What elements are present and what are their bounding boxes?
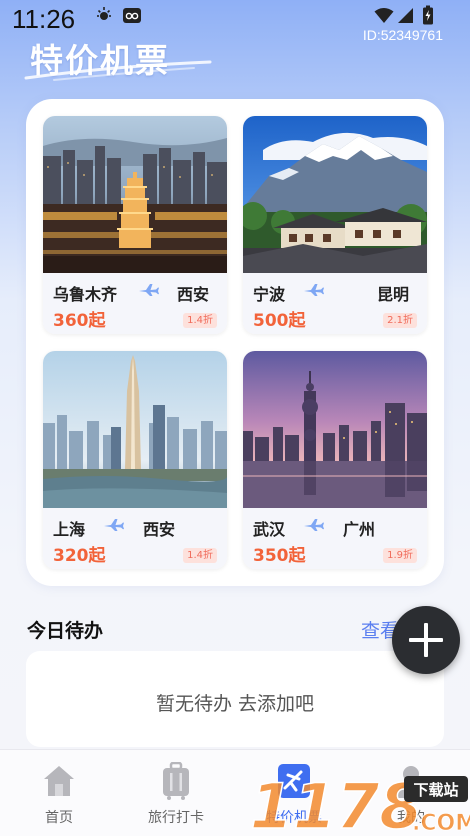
- flight-destination: 西安: [142, 520, 175, 539]
- flight-origin: 乌鲁木齐: [53, 285, 118, 304]
- watermark-logo: 1178 下载站 .COM: [249, 770, 470, 836]
- signal-icon: [398, 8, 413, 23]
- airplane-icon: [104, 519, 124, 531]
- watermark-badge: 下载站: [413, 781, 458, 799]
- flight-card[interactable]: 上海 西安 320起 1.4折: [43, 351, 227, 569]
- flight-card-info: 宁波 昆明 500起 2.1折: [243, 273, 427, 334]
- tab-label: 首页: [45, 810, 73, 826]
- luggage-icon: [163, 762, 189, 800]
- flight-card-image: [243, 116, 427, 273]
- plus-icon: [409, 623, 443, 657]
- todo-section-title: 今日待办: [27, 620, 104, 642]
- discount-badge: 1.9折: [383, 548, 417, 563]
- flight-card[interactable]: 武汉 广州 350起 1.9折: [243, 351, 427, 569]
- todo-card[interactable]: 暂无待办 去添加吧: [26, 651, 444, 747]
- flight-card-info: 武汉 广州 350起 1.9折: [243, 508, 427, 569]
- flight-origin: 武汉: [253, 520, 286, 539]
- flight-destination: 昆明: [376, 285, 409, 304]
- flight-deals-panel: 乌鲁木齐 西安 360起 1.4折 宁波 昆明 500起 2.1折 上海 西安 …: [26, 99, 444, 586]
- status-time: 11:26: [12, 4, 76, 34]
- flight-card-info: 上海 西安 320起 1.4折: [43, 508, 227, 569]
- airplane-icon: [304, 284, 324, 296]
- airplane-icon: [139, 284, 159, 296]
- discount-badge: 1.4折: [183, 313, 217, 328]
- flight-origin: 上海: [53, 520, 86, 539]
- flight-card-image: [243, 351, 427, 508]
- flight-card[interactable]: 乌鲁木齐 西安 360起 1.4折: [43, 116, 227, 334]
- flight-origin: 宁波: [253, 285, 286, 304]
- app-notification-icon: [123, 8, 141, 23]
- wifi-icon: [374, 8, 394, 23]
- home-icon: [44, 766, 74, 796]
- watermark-number: 1178: [250, 770, 423, 836]
- discount-badge: 2.1折: [383, 313, 417, 328]
- title-swoosh-decoration: [24, 60, 212, 81]
- tab-label: 旅行打卡: [148, 810, 204, 826]
- add-todo-button[interactable]: [392, 606, 460, 674]
- device-id: ID:52349761: [362, 27, 443, 43]
- flight-price: 500起: [253, 311, 306, 331]
- watermark-domain: .COM: [412, 811, 470, 836]
- battery-icon: [423, 5, 433, 25]
- status-bar: 11:26 ID:52349761: [0, 0, 470, 43]
- brightness-icon: [97, 7, 111, 20]
- flight-card[interactable]: 宁波 昆明 500起 2.1折: [243, 116, 427, 334]
- airplane-icon: [304, 519, 324, 531]
- flight-price: 320起: [53, 546, 106, 566]
- flight-price: 350起: [253, 546, 306, 566]
- flight-card-image: [43, 116, 227, 273]
- tab-home[interactable]: 首页: [4, 750, 114, 836]
- flight-card-image: [43, 351, 227, 508]
- flight-card-info: 乌鲁木齐 西安 360起 1.4折: [43, 273, 227, 334]
- flight-destination: 广州: [342, 520, 375, 539]
- flight-destination: 西安: [176, 285, 209, 304]
- flight-price: 360起: [53, 311, 106, 331]
- tab-travel-checkin[interactable]: 旅行打卡: [121, 750, 231, 836]
- discount-badge: 1.4折: [183, 548, 217, 563]
- todo-empty-text: 暂无待办 去添加吧: [155, 693, 315, 715]
